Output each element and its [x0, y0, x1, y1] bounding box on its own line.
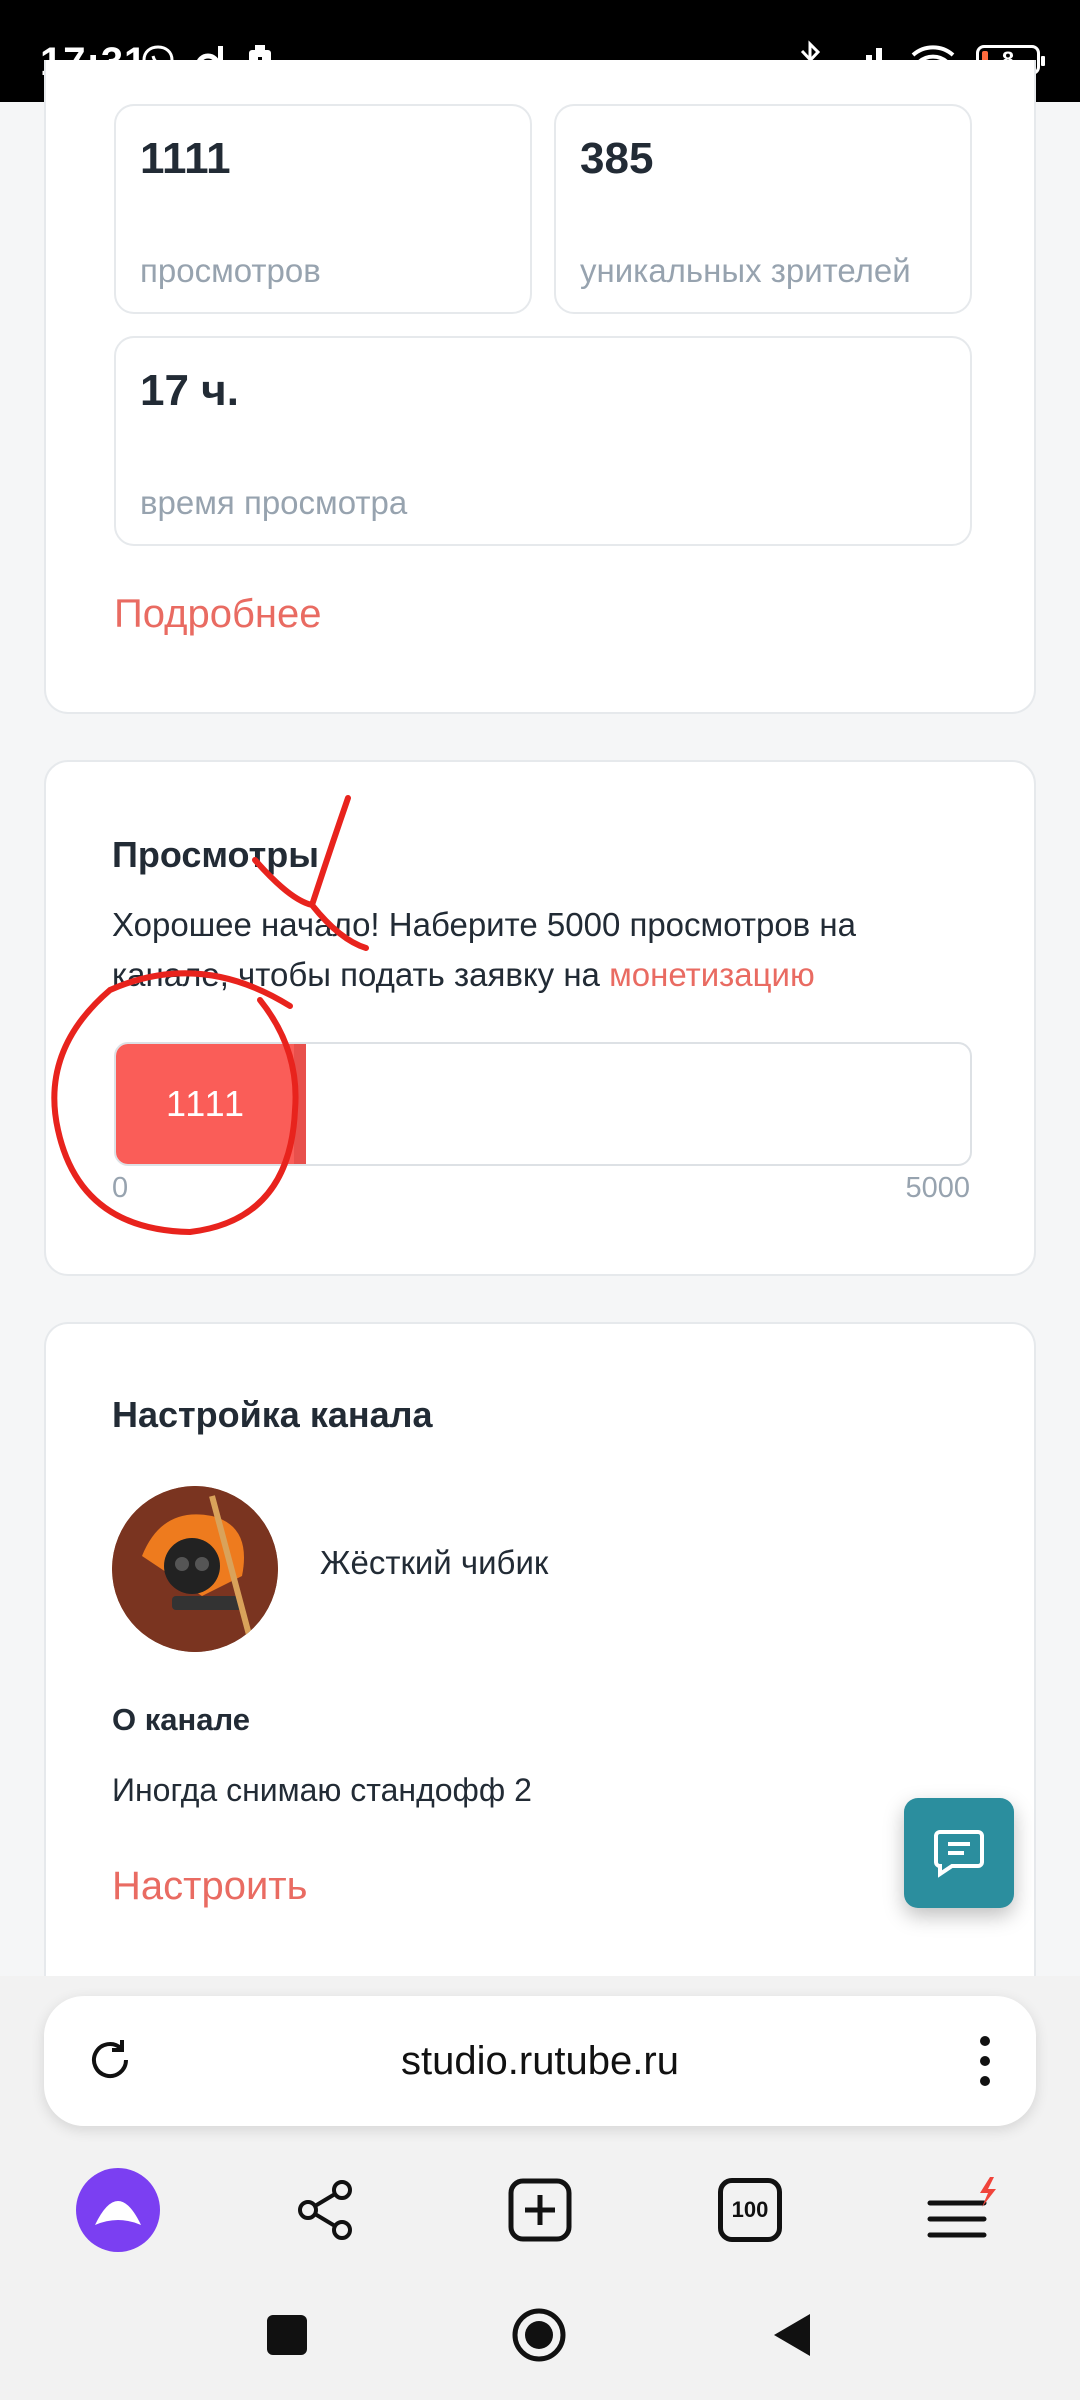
- stat-views-label: просмотров: [140, 252, 321, 289]
- share-icon: [298, 2180, 352, 2240]
- browser-nav-bar: 100: [0, 2160, 1080, 2260]
- channel-avatar: [112, 1486, 278, 1652]
- stat-watch-time-label: время просмотра: [140, 484, 408, 521]
- back-button[interactable]: [746, 2290, 836, 2380]
- home-button[interactable]: [494, 2290, 584, 2380]
- recents-button[interactable]: [242, 2290, 332, 2380]
- progress-max-label: 5000: [905, 1172, 970, 1204]
- about-channel-title: О канале: [112, 1702, 250, 1737]
- tabs-button[interactable]: 100: [700, 2160, 800, 2260]
- views-description: Хорошее начало! Наберите 5000 просмотров…: [112, 900, 972, 1000]
- stat-unique-value: 385: [580, 134, 654, 183]
- alice-button[interactable]: [68, 2160, 168, 2260]
- more-menu-icon[interactable]: [978, 2034, 992, 2088]
- monetization-link[interactable]: монетизацию: [609, 956, 815, 993]
- tabs-count: 100: [731, 2197, 769, 2222]
- new-tab-button[interactable]: [490, 2160, 590, 2260]
- menu-icon: [927, 2177, 996, 2238]
- views-title: Просмотры: [112, 834, 320, 875]
- back-icon: [774, 2314, 810, 2356]
- stat-views-value: 1111: [140, 134, 231, 183]
- url-text[interactable]: studio.rutube.ru: [401, 2039, 679, 2084]
- recents-icon: [267, 2315, 307, 2355]
- stat-unique-viewers: 385 уникальных зрителей: [554, 104, 972, 314]
- stat-views: 1111 просмотров: [114, 104, 532, 314]
- about-channel-text: Иногда снимаю стандофф 2: [112, 1772, 532, 1808]
- progress-min-label: 0: [112, 1172, 129, 1204]
- more-link[interactable]: Подробнее: [114, 592, 321, 637]
- stat-watch-time-value: 17 ч.: [140, 366, 239, 415]
- tabs-counter-icon: 100: [718, 2178, 782, 2242]
- chat-icon: [934, 1830, 984, 1878]
- home-icon: [512, 2308, 566, 2362]
- stat-unique-label: уникальных зрителей: [580, 252, 911, 289]
- system-nav-bar: [0, 2290, 1080, 2380]
- views-card: Просмотры Хорошее начало! Наберите 5000 …: [44, 760, 1036, 1276]
- channel-settings-title: Настройка канала: [112, 1394, 433, 1435]
- share-button[interactable]: [276, 2160, 376, 2260]
- channel-name: Жёсткий чибик: [320, 1544, 549, 1581]
- views-progress-bar: 1111: [114, 1042, 972, 1166]
- avatar-image: [112, 1486, 278, 1652]
- views-progress-value: 1111: [165, 1083, 247, 1124]
- channel-settings-card: Настройка канала Жёсткий чибик О канале …: [44, 1322, 1036, 2002]
- configure-link[interactable]: Настроить: [112, 1864, 307, 1909]
- address-bar[interactable]: studio.rutube.ru: [44, 1996, 1036, 2126]
- new-tab-icon: [508, 2178, 572, 2242]
- chat-button[interactable]: [904, 1798, 1014, 1908]
- stat-watch-time: 17 ч. время просмотра: [114, 336, 972, 546]
- alice-icon: [76, 2168, 160, 2252]
- stats-card: 1111 просмотров 385 уникальных зрителей …: [44, 60, 1036, 714]
- browser-menu-button[interactable]: [912, 2160, 1012, 2260]
